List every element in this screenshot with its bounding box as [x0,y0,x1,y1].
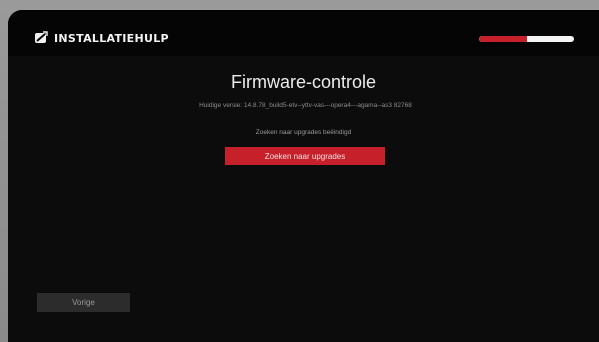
device-frame: INSTALLATIEHULP Firmware-controle Huidig… [0,0,599,342]
setup-progress-bar [479,36,574,42]
wizard-icon [35,31,48,43]
header-bar: INSTALLATIEHULP [8,10,599,56]
app-title: INSTALLATIEHULP [54,31,169,45]
tv-screen: INSTALLATIEHULP Firmware-controle Huidig… [8,10,599,342]
search-status-text: Zoeken naar upgrades beëindigd [255,129,352,136]
setup-progress-fill [479,36,527,42]
back-button[interactable]: Vorige [37,293,130,312]
brand: INSTALLATIEHULP [34,30,169,46]
search-upgrades-button[interactable]: Zoeken naar upgrades [225,147,385,165]
current-version-text: Huidige versie: 14.8.78_build5-etv--yttv… [199,102,412,109]
page-title: Firmware-controle [230,72,377,92]
